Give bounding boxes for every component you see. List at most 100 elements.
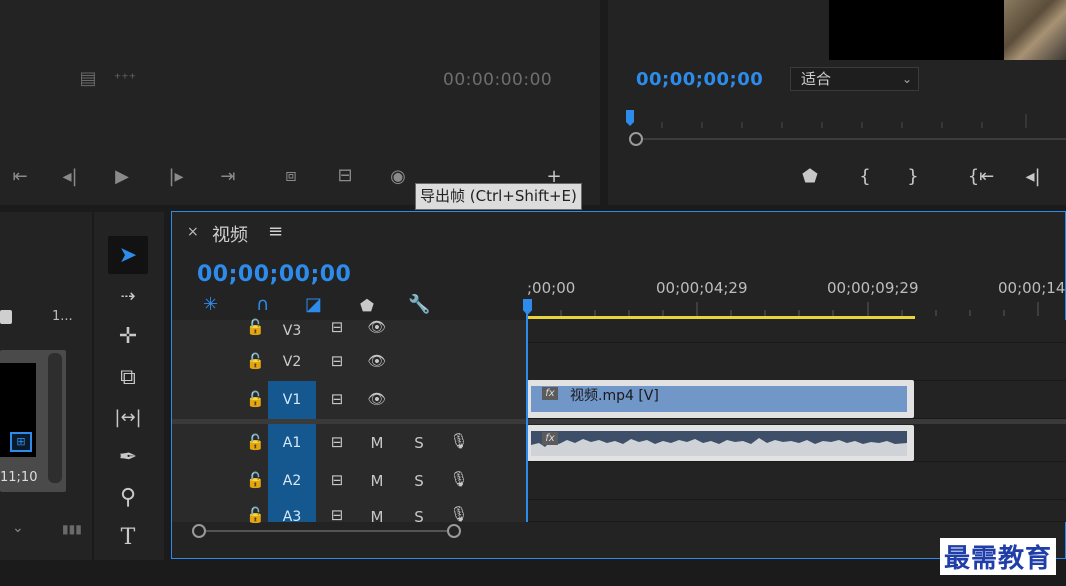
- track-name-v1[interactable]: V1: [268, 381, 316, 419]
- track-select-tool-icon[interactable]: ⇢: [108, 277, 148, 315]
- track-header-a1: [172, 424, 526, 462]
- fx-badge: fx: [542, 387, 558, 400]
- lock-icon[interactable]: 🔓: [246, 352, 265, 370]
- watermark-logo: 最需教育: [940, 538, 1057, 575]
- microphone-icon[interactable]: 🎙: [448, 432, 470, 450]
- slip-tool-icon[interactable]: |↔|: [108, 398, 148, 436]
- timeline-playhead-line[interactable]: [526, 300, 528, 522]
- audio-waveform: [531, 438, 907, 456]
- mute-button[interactable]: M: [366, 434, 388, 452]
- camera-icon[interactable]: ◉: [386, 164, 410, 188]
- project-item-count: 1...: [52, 309, 73, 324]
- zoom-tool-icon[interactable]: ⚲: [108, 478, 148, 516]
- program-playhead[interactable]: [626, 110, 634, 126]
- step-back-icon[interactable]: ◂|: [58, 164, 82, 188]
- mute-button[interactable]: M: [366, 508, 388, 526]
- mark-in-icon[interactable]: {: [855, 164, 875, 188]
- sync-lock-icon[interactable]: ⊟: [326, 318, 348, 336]
- wrench-icon[interactable]: 🔧: [408, 294, 430, 315]
- program-time-ruler[interactable]: [622, 108, 1066, 130]
- track-name-v3[interactable]: V3: [268, 320, 316, 343]
- sync-lock-icon[interactable]: ⊟: [326, 506, 348, 524]
- lock-icon[interactable]: 🔓: [246, 433, 265, 451]
- list-view-icon[interactable]: [0, 310, 12, 324]
- track-header-a2: [172, 462, 526, 500]
- play-icon[interactable]: ▶: [110, 164, 134, 188]
- video-clip-label: 视频.mp4 [V]: [570, 388, 659, 404]
- track-header-a3: [172, 500, 526, 522]
- snap-icon[interactable]: ∩: [256, 294, 269, 315]
- track-name-a2[interactable]: A2: [268, 462, 316, 500]
- linked-selection-icon[interactable]: ◪: [305, 294, 322, 315]
- lock-icon[interactable]: 🔓: [246, 318, 265, 336]
- solo-button[interactable]: S: [408, 472, 430, 490]
- type-tool-icon[interactable]: T: [108, 518, 148, 556]
- fx-badge: fx: [542, 432, 558, 445]
- microphone-icon[interactable]: 🎙: [448, 505, 470, 523]
- audio-waveform-icon[interactable]: ⁺⁺⁺: [113, 68, 137, 90]
- go-to-out-icon[interactable]: ⇥: [214, 164, 242, 188]
- lock-icon[interactable]: 🔓: [246, 390, 265, 408]
- eye-icon[interactable]: 👁: [366, 352, 388, 370]
- sync-lock-icon[interactable]: ⊟: [326, 471, 348, 489]
- project-clip-duration: 11;10: [0, 470, 38, 485]
- scroll-handle-right[interactable]: [447, 524, 461, 538]
- sync-lock-icon[interactable]: ⊟: [326, 390, 348, 408]
- mute-button[interactable]: M: [366, 472, 388, 490]
- go-to-in-icon[interactable]: {⇤: [966, 164, 996, 188]
- ripple-edit-tool-icon[interactable]: ✛: [108, 317, 148, 355]
- ruler-label: 00;00;09;29: [827, 279, 919, 297]
- close-icon[interactable]: ×: [187, 224, 199, 240]
- mark-out-icon[interactable]: }: [903, 164, 923, 188]
- overwrite-icon[interactable]: ⊟: [330, 163, 360, 187]
- program-video-thumbnail: [1004, 0, 1066, 60]
- grid-view-icon[interactable]: ▮▮▮: [62, 522, 84, 536]
- solo-button[interactable]: S: [408, 434, 430, 452]
- eye-icon[interactable]: 👁: [366, 390, 388, 408]
- nest-sequence-icon[interactable]: ✳: [203, 294, 218, 315]
- add-marker-icon[interactable]: ⬟: [800, 164, 820, 188]
- microphone-icon[interactable]: 🎙: [448, 470, 470, 488]
- insert-icon[interactable]: ⧈: [276, 163, 306, 187]
- track-header-v2: [172, 343, 526, 381]
- razor-tool-icon[interactable]: ⧉: [108, 358, 148, 396]
- lock-icon[interactable]: 🔓: [246, 471, 265, 489]
- sequence-icon: ⊞: [10, 432, 32, 452]
- ruler-label: 00;00;04;29: [656, 279, 748, 297]
- chevron-down-icon[interactable]: ⌄: [12, 520, 24, 536]
- source-timecode: 00:00:00:00: [443, 70, 553, 90]
- export-frame-tooltip: 导出帧 (Ctrl+Shift+E): [415, 183, 582, 210]
- fit-zoom-label: 适合: [801, 70, 832, 88]
- track-name-v2[interactable]: V2: [268, 343, 316, 381]
- sequence-tab-title[interactable]: 视频: [212, 221, 248, 247]
- add-marker-icon[interactable]: ⬟: [360, 296, 374, 315]
- solo-button[interactable]: S: [408, 508, 430, 526]
- timeline-zoom-scrollbar[interactable]: [198, 530, 454, 532]
- lock-icon[interactable]: 🔓: [246, 506, 265, 524]
- step-back-icon[interactable]: ◂|: [1020, 164, 1046, 188]
- panel-menu-icon[interactable]: ≡: [268, 221, 283, 242]
- chevron-down-icon: ⌄: [901, 72, 912, 86]
- step-forward-icon[interactable]: |▸: [164, 164, 188, 188]
- program-zoom-scrollbar[interactable]: [630, 138, 1066, 140]
- program-video-frame: [829, 0, 1004, 60]
- audio-clip-body[interactable]: [531, 431, 907, 456]
- fit-zoom-select[interactable]: 适合 ⌄: [790, 67, 919, 91]
- track-header-v1: [172, 381, 526, 419]
- work-area-bar[interactable]: [527, 316, 915, 319]
- program-timecode[interactable]: 00;00;00;00: [636, 69, 763, 90]
- track-name-a1[interactable]: A1: [268, 424, 316, 462]
- mark-in-icon[interactable]: ⇤: [6, 164, 34, 188]
- pen-tool-icon[interactable]: ✒: [108, 438, 148, 476]
- sync-lock-icon[interactable]: ⊟: [326, 433, 348, 451]
- timeline-timecode[interactable]: 00;00;00;00: [197, 262, 351, 287]
- film-icon[interactable]: ▤: [78, 66, 98, 90]
- sync-lock-icon[interactable]: ⊟: [326, 352, 348, 370]
- ruler-label: ;00;00: [527, 279, 576, 297]
- eye-icon[interactable]: 👁: [366, 318, 388, 336]
- selection-tool-icon[interactable]: ➤: [108, 236, 148, 274]
- scroll-handle-left[interactable]: [192, 524, 206, 538]
- program-scroll-handle[interactable]: [629, 132, 643, 146]
- track-name-a3[interactable]: A3: [268, 500, 316, 522]
- project-scrollbar[interactable]: [48, 353, 62, 483]
